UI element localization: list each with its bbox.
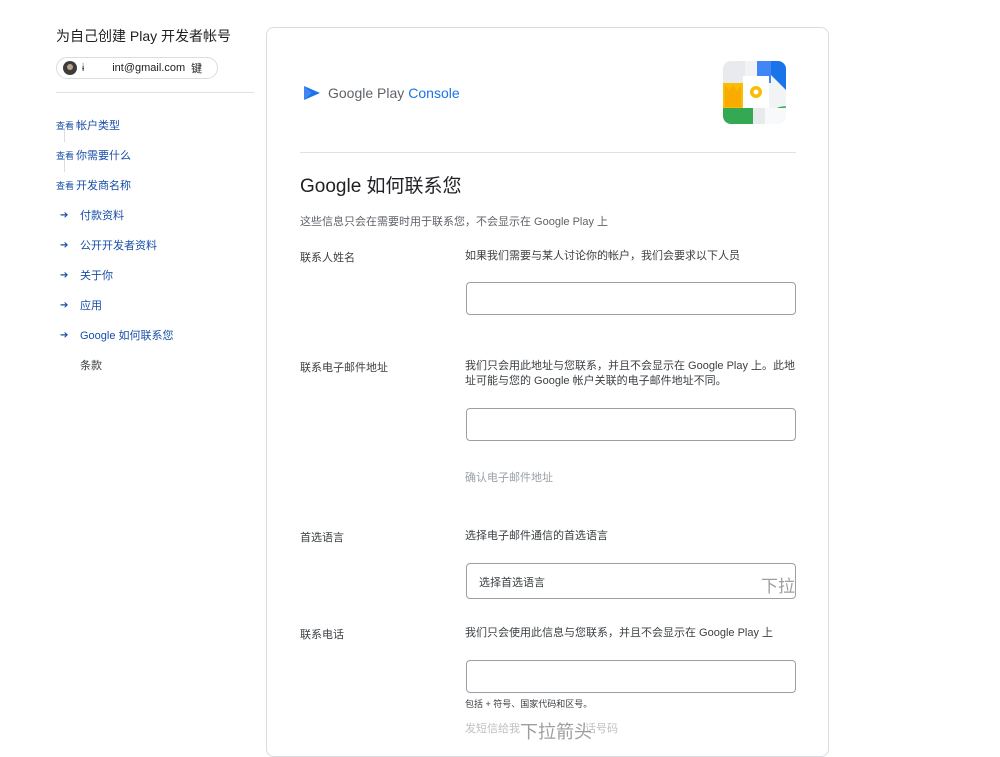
play-console-logo: Google Play Console — [302, 83, 460, 103]
dropdown-hint: 下拉 — [761, 577, 795, 596]
sms-hint: 发短信给我 — [465, 723, 520, 735]
arrow-icon: ➔ — [60, 239, 69, 251]
preferred-language-description: 选择电子邮件通信的首选语言 — [465, 530, 608, 542]
account-chip[interactable]: ɨ int@gmail.com 键 — [56, 57, 218, 79]
illustration — [723, 61, 786, 124]
logo-google-text: Google Play — [328, 85, 405, 101]
step-developer-name[interactable]: 查看 开发商名称 — [56, 174, 131, 196]
step-contact-details[interactable]: ➔ Google 如何联系您 — [56, 324, 174, 346]
step-account-type[interactable]: 查看 帐户类型 — [56, 114, 120, 136]
arrow-icon: ➔ — [60, 209, 69, 221]
page-title: Google 如何联系您 — [300, 176, 462, 197]
contact-name-input[interactable] — [466, 282, 796, 315]
phone-format-hint: 包括 + 符号、国家代码和区号。 — [465, 699, 593, 709]
contact-email-description: 我们只会用此地址与您联系，并且不会显示在 Google Play 上。此地址可能… — [465, 360, 796, 387]
contact-details-card: Google Play Console Google 如何联系您 这些信息只会在… — [266, 27, 829, 757]
dropdown-arrow-overlay: 下拉箭头 — [520, 722, 592, 742]
contact-name-description: 如果我们需要与某人讨论你的帐户，我们会要求以下人员 — [465, 250, 740, 262]
arrow-icon: ➔ — [60, 299, 69, 311]
contact-email-input[interactable] — [466, 408, 796, 441]
arrow-icon: ➔ — [60, 329, 69, 341]
logo-console-text: Console — [408, 85, 460, 101]
contact-phone-description: 我们只会使用此信息与您联系，并且不会显示在 Google Play 上 — [465, 627, 774, 639]
arrow-icon: ➔ — [60, 269, 69, 281]
step-payment-profile[interactable]: ➔ 付款资料 — [56, 204, 124, 226]
play-console-logo-icon — [304, 86, 320, 100]
step-public-profile[interactable]: ➔ 公开开发者资料 — [56, 234, 157, 256]
account-email: int@gmail.com — [112, 62, 186, 74]
account-switch-label: 键 — [191, 63, 203, 75]
step-what-you-need[interactable]: 查看 你需要什么 — [56, 144, 131, 166]
contact-phone-input[interactable] — [466, 660, 796, 693]
sidebar-divider — [56, 92, 254, 93]
preferred-language-select[interactable]: 选择首选语言 下拉 — [466, 563, 796, 599]
page-subtitle: 这些信息只会在需要时用于联系您，不会显示在 Google Play 上 — [300, 216, 609, 228]
step-terms[interactable]: 条款 — [56, 354, 102, 376]
confirm-email-field[interactable]: 确认电子邮件地址 — [465, 469, 553, 485]
preferred-language-selected: 选择首选语言 — [479, 577, 545, 589]
card-divider — [300, 152, 796, 153]
contact-phone-label: 联系电话 — [300, 629, 344, 641]
step-apps[interactable]: ➔ 应用 — [56, 294, 102, 316]
step-about-you[interactable]: ➔ 关于你 — [56, 264, 113, 286]
preferred-language-label: 首选语言 — [300, 532, 344, 544]
avatar — [63, 61, 77, 75]
contact-name-label: 联系人姓名 — [300, 252, 355, 264]
contact-email-label: 联系电子邮件地址 — [300, 362, 388, 374]
sidebar-title: 为自己创建 Play 开发者帐号 — [56, 28, 232, 44]
account-name-prefix: ɨ — [82, 62, 85, 74]
